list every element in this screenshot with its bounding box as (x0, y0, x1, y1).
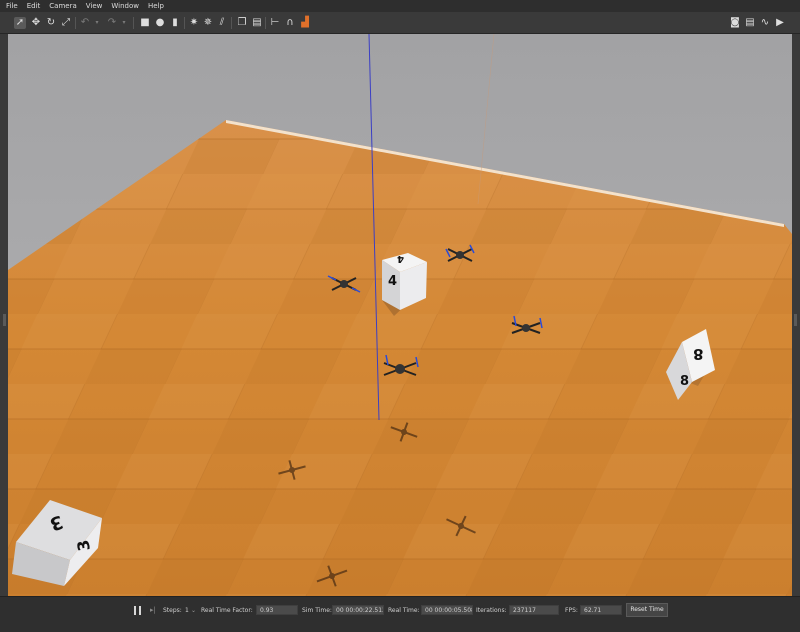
align-icon[interactable]: ⊢ (269, 17, 281, 29)
sim-time-label: Sim Time: (302, 607, 332, 614)
steps-value[interactable]: 1 (185, 606, 189, 616)
redo-dropdown-icon[interactable]: ▾ (120, 17, 128, 29)
copy-icon[interactable]: ❐ (236, 17, 248, 29)
right-panel-gutter[interactable] (792, 34, 800, 596)
sphere-shape-icon[interactable]: ● (154, 17, 166, 29)
box-shape-icon[interactable]: ■ (139, 17, 151, 29)
fps-value: 62.71 (580, 605, 622, 615)
cylinder-shape-icon[interactable]: ▮ (169, 17, 181, 29)
translate-mode-icon[interactable]: ✥ (30, 17, 42, 29)
menu-camera[interactable]: Camera (44, 0, 80, 12)
reset-time-button[interactable]: Reset Time (626, 603, 668, 617)
spot-light-icon[interactable]: ✵ (202, 17, 214, 29)
rotate-mode-icon[interactable]: ↻ (45, 17, 57, 29)
status-bar: ▸| Steps: 1 ⌄ Real Time Factor: 0.93 Sim… (0, 596, 800, 632)
snap-icon[interactable]: ∩ (284, 17, 296, 29)
pause-icon (139, 606, 141, 615)
real-time-label: Real Time: (388, 607, 420, 614)
rtf-label: Real Time Factor: (201, 607, 253, 614)
redo-icon[interactable]: ↷ (106, 17, 118, 29)
paste-icon[interactable]: ▤ (251, 17, 263, 29)
step-icon[interactable]: ▸| (150, 606, 156, 614)
right-panel-handle[interactable] (794, 314, 797, 326)
drones-layer (278, 244, 543, 587)
menu-file[interactable]: File (0, 0, 22, 12)
fps-label: FPS: (565, 607, 578, 614)
pause-icon (134, 606, 136, 615)
screenshot-icon[interactable]: ◙ (729, 17, 741, 29)
record-video-icon[interactable]: ▶ (774, 17, 786, 29)
menu-window[interactable]: Window (106, 0, 143, 12)
rtf-value: 0.93 (256, 605, 298, 615)
real-time-value: 00 00:00:05.508 (421, 605, 473, 615)
sim-time-value: 00 00:00:22.513 (332, 605, 384, 615)
iterations-value: 237117 (509, 605, 559, 615)
toolbar-separator (184, 17, 185, 29)
pause-button[interactable] (134, 606, 142, 615)
undo-dropdown-icon[interactable]: ▾ (93, 17, 101, 29)
steps-label: Steps: (163, 607, 182, 614)
undo-icon[interactable]: ↶ (79, 17, 91, 29)
scale-mode-icon[interactable]: ⤢ (60, 17, 72, 29)
steps-dropdown-icon[interactable]: ⌄ (191, 606, 196, 616)
toolbar: ➚ ✥ ↻ ⤢ ↶ ▾ ↷ ▾ ■ ● ▮ ✷ ✵ ⫽ ❐ ▤ ⊢ ∩ ▟ ◙ … (0, 12, 800, 34)
drone-1 (327, 275, 361, 293)
drone-2 (445, 244, 475, 262)
3d-viewport[interactable]: 4 4 8 8 3 3 (8, 34, 792, 596)
left-panel-handle[interactable] (3, 314, 6, 326)
point-light-icon[interactable]: ✷ (188, 17, 200, 29)
toolbar-separator (133, 17, 134, 29)
toolbar-separator (75, 17, 76, 29)
change-view-icon[interactable]: ▟ (299, 17, 311, 29)
iterations-label: Iterations: (476, 607, 507, 614)
left-panel-gutter[interactable] (0, 34, 8, 596)
select-mode-icon[interactable]: ➚ (14, 17, 26, 29)
toolbar-separator (265, 17, 266, 29)
drone-4 (383, 354, 419, 376)
toolbar-separator (231, 17, 232, 29)
directional-light-icon[interactable]: ⫽ (216, 17, 228, 29)
menu-edit[interactable]: Edit (22, 0, 45, 12)
menu-help[interactable]: Help (143, 0, 168, 12)
menu-view[interactable]: View (81, 0, 107, 12)
drone-shadow (278, 422, 476, 587)
plot-icon[interactable]: ∿ (759, 17, 771, 29)
log-icon[interactable]: ▤ (744, 17, 756, 29)
drone-3 (511, 315, 543, 334)
menu-bar: File Edit Camera View Window Help (0, 0, 800, 12)
